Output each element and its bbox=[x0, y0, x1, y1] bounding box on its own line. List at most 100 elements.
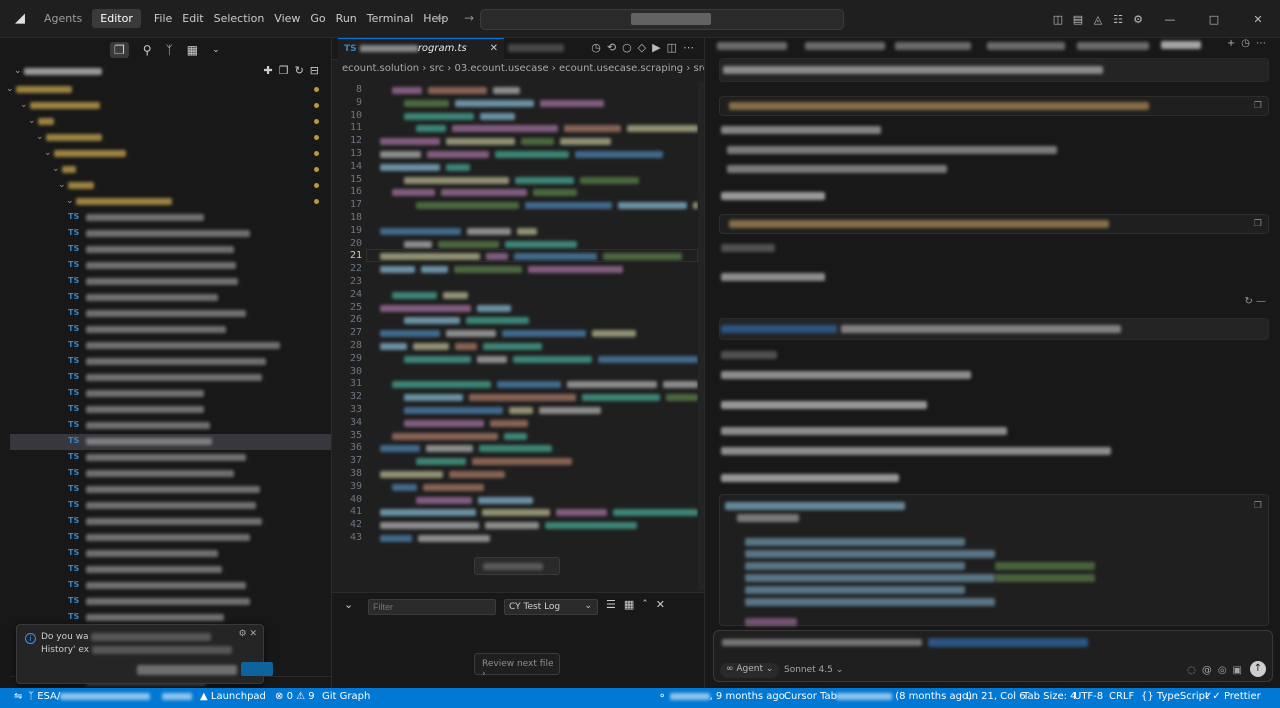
chat-input-actions[interactable]: ◌@◎▣ bbox=[1187, 665, 1248, 676]
file-row[interactable]: TS bbox=[10, 418, 331, 434]
menu-terminal[interactable]: Terminal bbox=[362, 12, 419, 25]
folder-row[interactable]: ⌄ bbox=[10, 114, 331, 130]
problems-item[interactable]: ⊗ 0 ⚠ 9 bbox=[275, 691, 315, 702]
file-row[interactable]: TS bbox=[10, 514, 331, 530]
code-token bbox=[478, 496, 533, 504]
editor-actions[interactable]: ◷⟲○◇▶◫⋯ bbox=[591, 41, 700, 54]
menu-edit[interactable]: Edit bbox=[177, 12, 208, 25]
git-graph-item[interactable]: Git Graph bbox=[322, 691, 370, 702]
minimize-icon[interactable]: — bbox=[1148, 13, 1192, 26]
tab-size[interactable]: Tab Size: 4 bbox=[1023, 691, 1077, 702]
file-row[interactable]: TS bbox=[10, 210, 331, 226]
file-row[interactable]: TS bbox=[10, 546, 331, 562]
file-row[interactable]: TS bbox=[10, 498, 331, 514]
folder-row[interactable]: ⌄ bbox=[10, 162, 331, 178]
editor-tab-active[interactable]: TS rogram.ts ✕ bbox=[338, 38, 504, 60]
chevron-down-icon[interactable]: ⌄ bbox=[14, 66, 22, 76]
toggle-panel-icon[interactable]: ▤ bbox=[1068, 13, 1088, 26]
search-icon[interactable]: ⚲ bbox=[143, 43, 152, 57]
chevron-down-icon[interactable]: ⌄ bbox=[344, 598, 353, 611]
file-row[interactable]: TS bbox=[10, 322, 331, 338]
sync-icon[interactable] bbox=[162, 691, 192, 702]
typescript-file-icon: TS bbox=[68, 420, 80, 429]
file-row[interactable]: TS bbox=[10, 482, 331, 498]
menu-selection[interactable]: Selection bbox=[209, 12, 270, 25]
file-row[interactable]: TS bbox=[10, 562, 331, 578]
files-icon[interactable]: ❐ bbox=[110, 42, 129, 58]
blame-author-item[interactable]: (8 months ago) bbox=[836, 691, 972, 702]
folder-row[interactable]: ⌄ bbox=[10, 146, 331, 162]
chat-input-box[interactable]: ∞ Agent ⌄ Sonnet 4.5 ⌄ ◌@◎▣ ↑ bbox=[713, 630, 1273, 682]
branch-item[interactable]: ᛉ ESA/ bbox=[28, 691, 151, 702]
message-actions[interactable]: ↻ — bbox=[1244, 296, 1266, 307]
file-row[interactable]: TS bbox=[10, 242, 331, 258]
copy-icon[interactable]: ❐ bbox=[1254, 219, 1262, 229]
file-row[interactable]: TS bbox=[10, 290, 331, 306]
close-icon[interactable]: ✕ bbox=[1236, 13, 1280, 26]
maximize-icon[interactable]: □ bbox=[1192, 13, 1236, 26]
extensions-icon[interactable]: ▦ bbox=[187, 43, 198, 57]
copy-icon[interactable]: ❐ bbox=[1254, 101, 1262, 111]
folder-row[interactable]: ⌄ bbox=[6, 82, 331, 98]
cursor-tab-item[interactable]: Cursor Tab bbox=[784, 691, 837, 702]
gear-icon[interactable]: ⚙ bbox=[1128, 13, 1148, 26]
git-blame-item[interactable]: ⚬ , 9 months ago bbox=[658, 691, 785, 702]
command-center-search[interactable] bbox=[480, 9, 844, 30]
encoding[interactable]: UTF-8 bbox=[1074, 691, 1103, 702]
notification-secondary-button[interactable] bbox=[137, 665, 237, 675]
file-row[interactable]: TS bbox=[10, 354, 331, 370]
copy-icon[interactable]: ❐ bbox=[1254, 501, 1262, 511]
file-row[interactable]: TS bbox=[10, 386, 331, 402]
source-control-icon[interactable]: ᛉ bbox=[166, 43, 173, 57]
file-row[interactable]: TS bbox=[10, 594, 331, 610]
model-select[interactable]: Sonnet 4.5 ⌄ bbox=[784, 665, 843, 675]
toggle-chat-icon[interactable]: ◬ bbox=[1088, 13, 1108, 26]
code-editor[interactable]: 8 9 10 11 12 13 14 15 16 17 18 19 20 21 22 23 24 25 26 27 28… bbox=[332, 82, 704, 590]
typescript-file-icon: TS bbox=[68, 292, 80, 301]
menu-run[interactable]: Run bbox=[331, 12, 362, 25]
folder-row[interactable]: ⌄ bbox=[10, 130, 331, 146]
chevron-down-icon[interactable]: ⌄ bbox=[212, 45, 220, 55]
language-mode[interactable]: {} TypeScript bbox=[1141, 691, 1209, 702]
toggle-sidebar-icon[interactable]: ◫ bbox=[1048, 13, 1068, 26]
file-row[interactable]: TS bbox=[10, 226, 331, 242]
file-row[interactable]: TS bbox=[10, 466, 331, 482]
folder-row[interactable]: ⌄ bbox=[10, 98, 331, 114]
filter-input[interactable] bbox=[368, 599, 496, 615]
file-row[interactable]: TS bbox=[10, 338, 331, 354]
cursor-position[interactable]: Ln 21, Col 6 bbox=[966, 691, 1026, 702]
file-row[interactable]: TS bbox=[10, 258, 331, 274]
menu-view[interactable]: View bbox=[269, 12, 305, 25]
file-row[interactable]: TS bbox=[10, 274, 331, 290]
panel-actions[interactable]: ☰▦ˆ✕ bbox=[606, 598, 673, 611]
tab-editor[interactable]: Editor bbox=[92, 9, 141, 28]
file-row[interactable]: TS bbox=[10, 370, 331, 386]
notification-primary-button[interactable] bbox=[241, 662, 273, 676]
agent-mode-select[interactable]: ∞ Agent ⌄ bbox=[720, 663, 780, 678]
tab-agents[interactable]: Agents bbox=[36, 9, 90, 28]
layout-icon[interactable]: ☷ bbox=[1108, 13, 1128, 26]
code-token bbox=[469, 394, 576, 402]
eol[interactable]: CRLF bbox=[1109, 691, 1134, 702]
file-row[interactable]: TS bbox=[10, 450, 331, 466]
prettier-item[interactable]: ✓✓ Prettier bbox=[1204, 691, 1261, 702]
output-channel-select[interactable]: CY Test Log ⌄ bbox=[504, 599, 598, 615]
file-row[interactable]: TS bbox=[10, 306, 331, 322]
close-icon[interactable]: ✕ bbox=[490, 43, 498, 54]
code-token bbox=[479, 445, 552, 453]
launchpad-item[interactable]: ▲ Launchpad bbox=[200, 691, 266, 702]
explorer-actions[interactable]: ✚❐↻⊟ bbox=[263, 64, 325, 77]
folder-row[interactable]: ⌄ bbox=[10, 194, 331, 210]
folder-row[interactable]: ⌄ bbox=[10, 178, 331, 194]
file-row[interactable]: TS bbox=[10, 530, 331, 546]
editor-tab-2[interactable] bbox=[508, 44, 564, 52]
file-row[interactable]: TS bbox=[10, 578, 331, 594]
chat-header-actions[interactable]: +◷⋯ bbox=[1227, 38, 1272, 49]
review-next-file-button[interactable]: Review next file › bbox=[474, 653, 560, 679]
file-row[interactable]: TS bbox=[10, 434, 331, 450]
file-row[interactable]: TS bbox=[10, 402, 331, 418]
menu-file[interactable]: File bbox=[149, 12, 177, 25]
send-icon[interactable]: ↑ bbox=[1250, 661, 1266, 677]
remote-icon[interactable]: ⇋ bbox=[14, 691, 22, 702]
menu-go[interactable]: Go bbox=[305, 12, 330, 25]
